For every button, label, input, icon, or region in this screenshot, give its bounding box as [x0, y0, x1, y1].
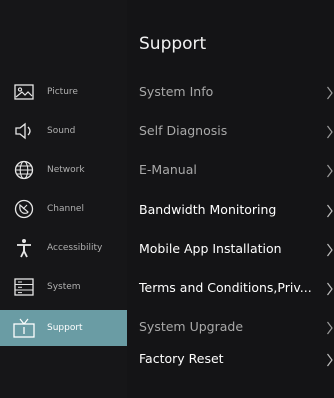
sidebar-item-sound[interactable]: Sound	[0, 113, 127, 149]
menu-item-label: System Upgrade	[139, 319, 244, 334]
support-menu-panel: Support System Info Self Diagnosis E-Man…	[127, 0, 334, 398]
menu-item-self-diagnosis[interactable]: Self Diagnosis	[127, 117, 334, 145]
menu-item-label: Mobile App Installation	[139, 241, 282, 256]
chevron-right-icon	[327, 242, 333, 261]
menu-item-terms-and-conditions[interactable]: Terms and Conditions,Priv...	[127, 274, 334, 302]
accessibility-person-icon	[13, 237, 35, 259]
sidebar-item-accessibility[interactable]: Accessibility	[0, 230, 127, 266]
chevron-right-icon	[327, 124, 333, 143]
chevron-right-icon	[327, 163, 333, 182]
chevron-right-icon	[327, 203, 333, 222]
globe-icon	[13, 159, 35, 181]
menu-item-system-upgrade[interactable]: System Upgrade	[127, 313, 334, 341]
sidebar-item-label: Support	[47, 323, 83, 333]
sidebar-item-support[interactable]: Support	[0, 310, 127, 346]
sidebar-item-label: Channel	[47, 204, 84, 214]
system-list-icon	[13, 276, 35, 298]
menu-item-label: Bandwidth Monitoring	[139, 202, 277, 217]
menu-item-label: System Info	[139, 84, 214, 99]
satellite-dish-icon	[13, 198, 35, 220]
sidebar-item-label: System	[47, 282, 81, 292]
page-title: Support	[139, 34, 207, 54]
sidebar-item-channel[interactable]: Channel	[0, 191, 127, 227]
menu-item-label: Self Diagnosis	[139, 123, 228, 138]
menu-item-system-info[interactable]: System Info	[127, 78, 334, 106]
menu-item-bandwidth-monitoring[interactable]: Bandwidth Monitoring	[127, 196, 334, 224]
sidebar-item-system[interactable]: System	[0, 269, 127, 305]
chevron-right-icon	[327, 352, 333, 371]
picture-icon	[13, 81, 35, 103]
chevron-right-icon	[327, 281, 333, 300]
sidebar-item-label: Network	[47, 165, 85, 175]
sidebar-item-label: Sound	[47, 126, 76, 136]
sidebar-item-picture[interactable]: Picture	[0, 74, 127, 110]
speaker-icon	[13, 120, 35, 142]
tv-support-icon	[13, 317, 35, 339]
menu-item-factory-reset[interactable]: Factory Reset	[127, 345, 334, 373]
menu-item-label: E-Manual	[139, 162, 197, 177]
tv-settings-screen: Picture Sound Network Channel Accessibil	[0, 0, 334, 398]
chevron-right-icon	[327, 85, 333, 104]
menu-item-label: Factory Reset	[139, 351, 224, 366]
menu-item-mobile-app-installation[interactable]: Mobile App Installation	[127, 235, 334, 263]
chevron-right-icon	[327, 320, 333, 339]
menu-item-e-manual[interactable]: E-Manual	[127, 156, 334, 184]
settings-sidebar: Picture Sound Network Channel Accessibil	[0, 0, 127, 398]
menu-item-label: Terms and Conditions,Priv...	[139, 280, 312, 295]
sidebar-item-label: Picture	[47, 87, 78, 97]
sidebar-item-network[interactable]: Network	[0, 152, 127, 188]
sidebar-item-label: Accessibility	[47, 243, 103, 253]
